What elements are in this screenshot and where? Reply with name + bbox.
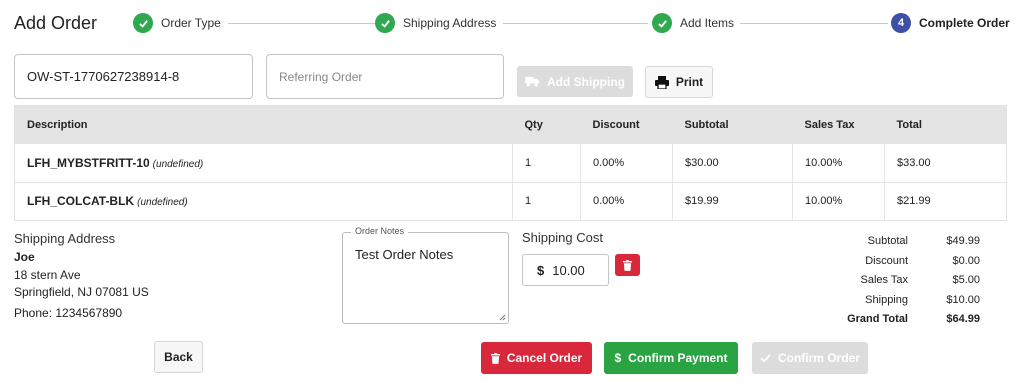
- item-description: LFH_MYBSTFRITT-10: [27, 155, 150, 170]
- grand-total-value: $64.99: [946, 313, 980, 325]
- table-header-row: Description Qty Discount Subtotal Sales …: [14, 105, 1007, 144]
- print-button[interactable]: Print: [645, 66, 713, 98]
- subtotal-label: Subtotal: [867, 235, 908, 247]
- totals-row: Sales Tax $5.00: [822, 271, 981, 291]
- totals-row: Shipping $10.00: [822, 291, 980, 311]
- cancel-order-label: Cancel Order: [506, 351, 583, 365]
- sales-tax-label: Sales Tax: [860, 274, 909, 286]
- step-label: Shipping Address: [403, 16, 497, 30]
- subtotal-cell: $19.99: [672, 182, 793, 221]
- discount-value: $0.00: [952, 254, 980, 267]
- shipping-cost-value: 10.00: [552, 262, 585, 278]
- item-description-cell: LFH_COLCAT-BLK (undefined): [14, 182, 513, 221]
- subtotal-value: $49.99: [946, 235, 980, 247]
- qty-cell: 1: [512, 182, 581, 221]
- confirm-payment-label: Confirm Payment: [628, 351, 728, 365]
- discount-label: Discount: [865, 254, 908, 267]
- confirm-order-label: Confirm Order: [777, 351, 860, 365]
- step-label: Order Type: [161, 16, 221, 30]
- total-cell: $33.00: [884, 144, 1007, 183]
- referring-order-field[interactable]: [266, 54, 504, 99]
- item-note: (undefined): [137, 197, 188, 208]
- sales-tax-cell: 10.00%: [792, 144, 885, 183]
- order-notes-text: Test Order Notes: [355, 247, 454, 262]
- items-table: Description Qty Discount Subtotal Sales …: [14, 105, 1007, 221]
- shipping-label: Shipping: [865, 293, 908, 306]
- totals-row: Discount $0.00: [822, 252, 980, 272]
- order-number-input[interactable]: [15, 55, 252, 98]
- column-header: Qty: [512, 105, 581, 144]
- step-connector: [228, 23, 378, 24]
- shipping-value: $10.00: [946, 293, 980, 306]
- discount-cell: 0.00%: [580, 144, 673, 183]
- order-notes-textarea[interactable]: Order Notes Test Order Notes: [342, 226, 509, 324]
- back-button[interactable]: Back: [154, 341, 203, 373]
- check-icon: [375, 13, 395, 33]
- recipient-name: Joe: [14, 250, 35, 264]
- table-row[interactable]: LFH_COLCAT-BLK (undefined) 1 0.00% $19.99…: [14, 182, 1007, 221]
- step-add-items[interactable]: Add Items: [652, 11, 741, 35]
- order-totals: Subtotal $49.99 Discount $0.00 Sales Tax…: [822, 232, 980, 330]
- column-header: Subtotal: [672, 105, 793, 144]
- sales-tax-cell: 10.00%: [792, 182, 885, 221]
- step-complete-order[interactable]: 4 Complete Order: [891, 11, 1010, 35]
- back-label: Back: [164, 350, 193, 364]
- discount-cell: 0.00%: [580, 182, 673, 221]
- step-label: Add Items: [680, 16, 735, 30]
- confirm-payment-button[interactable]: $ Confirm Payment: [604, 342, 738, 374]
- trash-icon: [623, 259, 632, 271]
- print-label: Print: [675, 75, 704, 89]
- totals-row: Subtotal $49.99: [822, 232, 980, 252]
- step-label: Complete Order: [919, 16, 1010, 30]
- item-description-cell: LFH_MYBSTFRITT-10 (undefined): [14, 144, 513, 183]
- printer-icon: [654, 75, 669, 89]
- table-row[interactable]: LFH_MYBSTFRITT-10 (undefined) 1 0.00% $30…: [14, 144, 1007, 183]
- step-connector: [738, 23, 888, 24]
- currency-symbol: $: [537, 262, 545, 278]
- shipping-address-heading: Shipping Address: [14, 231, 116, 246]
- dollar-icon: $: [614, 351, 622, 365]
- address-line1: 18 stern Ave: [14, 268, 81, 282]
- page-title: Add Order: [14, 13, 98, 33]
- referring-order-input[interactable]: [267, 55, 503, 98]
- order-stepper: Order Type Shipping Address Add Items 4 …: [133, 11, 1010, 35]
- check-icon: [652, 13, 672, 33]
- grand-total-label: Grand Total: [847, 313, 908, 325]
- sales-tax-value: $5.00: [952, 274, 980, 286]
- shipping-cost-input[interactable]: $ 10.00: [522, 254, 609, 286]
- order-notes-legend: Order Notes: [351, 226, 409, 236]
- order-number-field[interactable]: [14, 54, 253, 99]
- address-line2: Springfield, NJ 07081 US: [14, 285, 149, 299]
- step-shipping-address[interactable]: Shipping Address: [375, 11, 503, 35]
- totals-row: Grand Total $64.99: [822, 310, 980, 330]
- item-note: (undefined): [152, 158, 204, 170]
- resize-grip-icon[interactable]: [498, 313, 506, 321]
- confirm-order-button[interactable]: Confirm Order: [752, 342, 868, 374]
- add-shipping-button[interactable]: Add Shipping: [517, 66, 633, 97]
- check-icon: [760, 353, 771, 363]
- item-description: LFH_COLCAT-BLK: [27, 194, 135, 208]
- qty-cell: 1: [512, 144, 581, 183]
- truck-icon: [525, 76, 540, 87]
- check-icon: [133, 13, 153, 33]
- total-cell: $21.99: [884, 182, 1007, 221]
- add-shipping-label: Add Shipping: [547, 74, 625, 89]
- shipping-address-block: Shipping Address Joe 18 stern Ave Spring…: [14, 230, 149, 322]
- cancel-order-button[interactable]: Cancel Order: [481, 342, 592, 374]
- column-header: Total: [884, 105, 1007, 144]
- remove-shipping-button[interactable]: [615, 254, 640, 276]
- step-order-type[interactable]: Order Type: [133, 11, 227, 35]
- step-connector: [503, 23, 648, 24]
- column-header: Sales Tax: [792, 105, 885, 144]
- phone-number: Phone: 1234567890: [14, 306, 123, 320]
- column-header: Description: [14, 105, 513, 144]
- column-header: Discount: [580, 105, 673, 144]
- step-number-badge: 4: [891, 13, 911, 33]
- trash-icon: [490, 352, 500, 364]
- shipping-cost-label: Shipping Cost: [522, 230, 603, 245]
- subtotal-cell: $30.00: [672, 144, 793, 183]
